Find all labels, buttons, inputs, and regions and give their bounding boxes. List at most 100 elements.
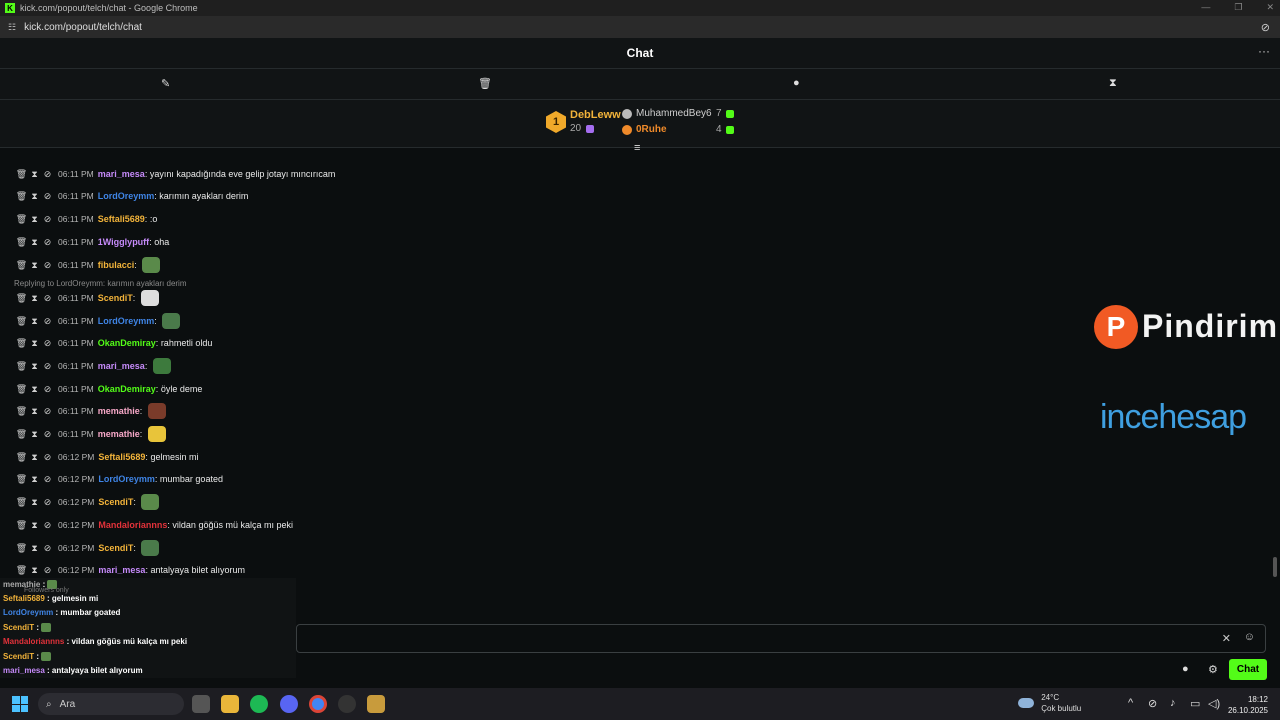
chat-message[interactable]: 🗑 ⧗ ⊘ 06:12 PM Mandaloriannns: vildan göğüs … [0,514,293,536]
delete-message-icon[interactable]: 🗑 [15,406,28,417]
task-view-icon[interactable] [192,695,210,713]
delete-message-icon[interactable]: 🗑 [15,361,28,372]
message-username[interactable]: memathie [98,429,140,439]
tray-app-icon[interactable]: ⊘ [1148,697,1157,710]
delete-message-icon[interactable]: 🗑 [15,338,28,349]
message-username[interactable]: ScendiT [98,543,133,553]
timeout-icon[interactable]: ⧗ [28,474,41,485]
gear-icon[interactable]: ⚙ [1208,663,1218,676]
message-username[interactable]: mari_mesa [98,361,145,371]
delete-message-icon[interactable]: 🗑 [15,384,28,395]
delete-message-icon[interactable]: 🗑 [15,260,28,271]
pin-icon[interactable]: ✎ [161,77,170,90]
delete-message-icon[interactable]: 🗑 [15,237,28,248]
chat-message[interactable]: 🗑 ⧗ ⊘ 06:11 PM 1Wigglypuff: oha [0,231,169,253]
chat-message[interactable]: 🗑 ⧗ ⊘ 06:12 PM Seftali5689: gelmesin mi [0,446,199,468]
delete-message-icon[interactable]: 🗑 [15,214,28,225]
chat-message[interactable]: 🗑 ⧗ ⊘ 06:12 PM LordOreymm: mumbar goated [0,468,223,490]
delete-message-icon[interactable]: 🗑 [15,520,28,531]
timeout-icon[interactable]: ⧗ [28,520,41,531]
emote-picker-icon[interactable]: ☺ [1244,631,1255,643]
chat-message[interactable]: 🗑 ⧗ ⊘ 06:11 PM Seftali5689: :o [0,208,158,230]
timeout-icon[interactable]: ⧗ [28,260,41,271]
delete-message-icon[interactable]: 🗑 [15,452,28,463]
message-username[interactable]: LordOreymm [98,191,155,201]
ban-icon[interactable]: ⊘ [41,361,54,372]
message-username[interactable]: memathie [98,406,140,416]
spotify-icon[interactable] [250,695,268,713]
delete-message-icon[interactable]: 🗑 [15,429,28,440]
emote-icon[interactable] [147,426,166,442]
chat-messages[interactable]: Replying to LordOreymm: karımın ayakları… [0,150,1280,580]
ban-icon[interactable]: ⊘ [41,191,54,202]
message-username[interactable]: LordOreymm [98,474,155,484]
address-bar[interactable]: ☷ kick.com/popout/telch/chat ⊘ [0,16,1280,38]
send-chat-button[interactable]: Chat [1229,659,1267,680]
ban-icon[interactable]: ⊘ [41,214,54,225]
timeout-icon[interactable]: ⧗ [28,316,41,327]
ban-icon[interactable]: ⊘ [41,338,54,349]
chat-message[interactable]: 🗑 ⧗ ⊘ 06:11 PM LordOreymm: [0,310,181,332]
ban-icon[interactable]: ⊘ [41,452,54,463]
emote-icon[interactable] [162,313,181,329]
chat-message[interactable]: 🗑 ⧗ ⊘ 06:11 PM ScendiT: [0,287,159,309]
chat-message[interactable]: 🗑 ⧗ ⊘ 06:11 PM memathie: [0,400,166,422]
maximize-icon[interactable]: ❐ [1234,2,1242,13]
chat-message[interactable]: 🗑 ⧗ ⊘ 06:11 PM memathie: [0,423,166,445]
message-username[interactable]: LordOreymm [98,316,155,326]
timeout-icon[interactable]: ⧗ [28,169,41,180]
delete-message-icon[interactable]: 🗑 [15,191,28,202]
translate-icon[interactable]: ✕ [1222,632,1231,645]
steam-icon[interactable] [338,695,356,713]
ban-icon[interactable]: ⊘ [41,384,54,395]
message-username[interactable]: OkanDemiray [98,338,156,348]
ban-icon[interactable]: ⊘ [41,293,54,304]
chat-message[interactable]: 🗑 ⧗ ⊘ 06:11 PM mari_mesa: [0,355,171,377]
taskbar-clock[interactable]: 18:12 26.10.2025 [1228,694,1268,716]
windows-start-icon[interactable] [12,696,28,712]
timeout-icon[interactable]: ⧗ [28,237,41,248]
emote-icon[interactable] [142,257,161,273]
ban-icon[interactable]: ⊘ [41,543,54,554]
league-icon[interactable] [367,695,385,713]
emote-icon[interactable] [141,494,160,510]
message-username[interactable]: OkanDemiray [98,384,156,394]
chat-message[interactable]: 🗑 ⧗ ⊘ 06:11 PM mari_mesa: yayını kapadığında… [0,163,336,185]
delete-message-icon[interactable]: 🗑 [15,169,28,180]
timeout-icon[interactable]: ⧗ [28,214,41,225]
delete-message-icon[interactable]: 🗑 [15,565,28,576]
ban-icon[interactable]: ⊘ [41,237,54,248]
ban-icon[interactable]: ⊘ [41,497,54,508]
message-username[interactable]: fibulacci [98,260,135,270]
trash-icon[interactable]: 🗑 [478,77,492,90]
weather-widget[interactable]: 24°C Çok bulutlu [1018,692,1081,714]
message-username[interactable]: ScendiT [98,293,133,303]
timeout-icon[interactable]: ⧗ [28,406,41,417]
timeout-icon[interactable]: ⧗ [28,452,41,463]
chat-message[interactable]: 🗑 ⧗ ⊘ 06:12 PM ScendiT: [0,537,160,559]
message-username[interactable]: Mandaloriannns [98,520,167,530]
more-icon[interactable]: ··· [1258,44,1270,58]
chat-message[interactable]: 🗑 ⧗ ⊘ 06:11 PM fibulacci: [0,254,161,276]
emote-icon[interactable] [147,403,166,419]
message-username[interactable]: Seftali5689 [98,452,145,462]
timeout-icon[interactable]: ⧗ [28,565,41,576]
url-text[interactable]: kick.com/popout/telch/chat [24,22,142,33]
hourglass-icon[interactable]: ⧗ [1109,77,1117,90]
ban-icon[interactable]: ⊘ [41,260,54,271]
timeout-icon[interactable]: ⧗ [28,497,41,508]
leader-second-name[interactable]: MuhammedBey6 [636,108,712,119]
delete-message-icon[interactable]: 🗑 [15,293,28,304]
emote-icon[interactable] [152,358,171,374]
close-icon[interactable]: ✕ [1266,2,1274,13]
ban-icon[interactable]: ⊘ [41,474,54,485]
timeout-icon[interactable]: ⧗ [28,429,41,440]
tray-chevron-icon[interactable]: ^ [1128,697,1133,709]
emote-icon[interactable] [141,540,160,556]
emote-icon[interactable] [140,290,159,306]
leader-first-name[interactable]: DebLeww [570,109,621,121]
ban-icon[interactable]: ⊘ [41,565,54,576]
delete-message-icon[interactable]: 🗑 [15,543,28,554]
ban-icon[interactable]: ⊘ [41,169,54,180]
minimize-icon[interactable]: — [1201,2,1210,13]
